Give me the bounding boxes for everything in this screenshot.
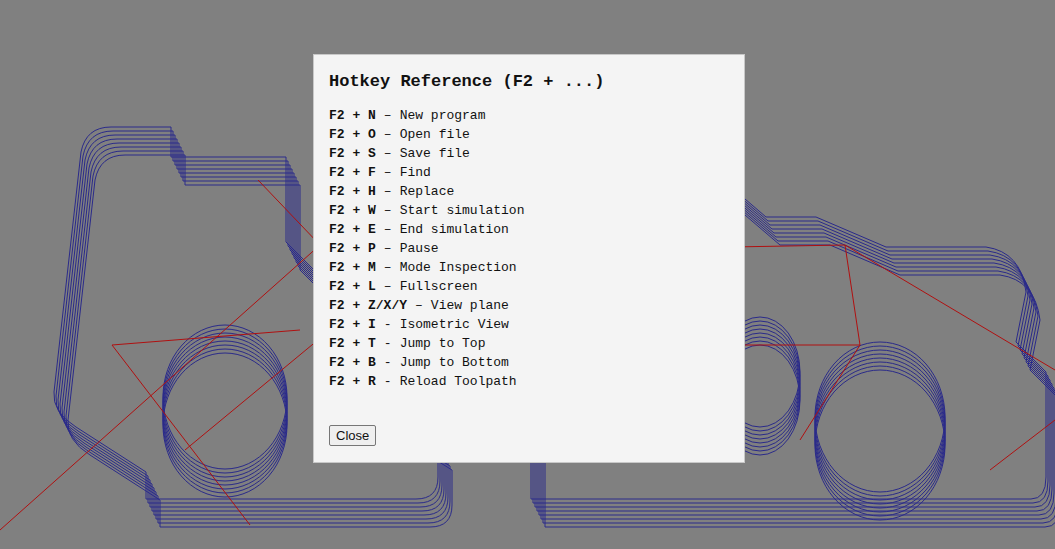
hotkey-row: F2 + H–Replace <box>329 182 729 201</box>
rapid-move <box>185 330 330 450</box>
rapid-move <box>0 245 320 530</box>
rapid-move <box>740 345 860 346</box>
hotkey-list: F2 + N–New programF2 + O–Open fileF2 + S… <box>329 106 729 391</box>
hotkey-action: Save file <box>400 144 470 163</box>
cut-ring <box>163 329 287 473</box>
hotkey-action: Jump to Top <box>400 334 486 353</box>
hotkey-action: Fullscreen <box>400 277 478 296</box>
hotkey-row: F2 + M–Mode Inspection <box>329 258 729 277</box>
hotkey-keys: F2 + N <box>329 106 376 125</box>
hotkey-row: F2 + E–End simulation <box>329 220 729 239</box>
hotkey-action: Jump to Bottom <box>400 353 509 372</box>
hotkey-keys: F2 + O <box>329 125 376 144</box>
hotkey-separator: - <box>384 353 392 372</box>
cut-ring <box>163 353 287 497</box>
hotkey-separator: – <box>384 106 392 125</box>
hotkey-row: F2 + F–Find <box>329 163 729 182</box>
simulator-screen: Hotkey Reference (F2 + ...)F2 + N–New pr… <box>0 0 1055 549</box>
hotkey-keys: F2 + B <box>329 353 376 372</box>
hotkey-separator: – <box>384 277 392 296</box>
hotkey-action: Find <box>400 163 431 182</box>
cut-ring <box>815 354 945 504</box>
hotkey-separator: - <box>384 315 392 334</box>
hotkey-separator: – <box>384 258 392 277</box>
rapid-move <box>845 245 1055 370</box>
hotkey-keys: F2 + Z/X/Y <box>329 296 407 315</box>
dialog-actions: Close <box>329 425 729 446</box>
hotkey-keys: F2 + P <box>329 239 376 258</box>
hotkey-separator: – <box>384 163 392 182</box>
cut-ring <box>815 346 945 496</box>
hotkey-action: Start simulation <box>400 201 525 220</box>
hotkey-keys: F2 + S <box>329 144 376 163</box>
rapid-move <box>112 330 300 345</box>
hotkey-action: End simulation <box>400 220 509 239</box>
hotkey-action: Mode Inspection <box>400 258 517 277</box>
rapid-move <box>990 420 1055 470</box>
hotkey-separator: – <box>415 296 423 315</box>
hotkey-row: F2 + W–Start simulation <box>329 201 729 220</box>
hotkey-action: Pause <box>400 239 439 258</box>
hotkey-dialog: Hotkey Reference (F2 + ...)F2 + N–New pr… <box>313 54 745 463</box>
cut-ring <box>815 366 945 516</box>
hotkey-action: View plane <box>431 296 509 315</box>
rapid-move <box>112 345 250 525</box>
cut-ring <box>815 350 945 500</box>
hotkey-keys: F2 + H <box>329 182 376 201</box>
hotkey-keys: F2 + E <box>329 220 376 239</box>
cut-ring <box>815 358 945 508</box>
cut-ring <box>163 333 287 477</box>
close-button[interactable]: Close <box>329 425 376 446</box>
hotkey-row: F2 + N–New program <box>329 106 729 125</box>
hotkey-separator: – <box>384 239 392 258</box>
hotkey-action: Replace <box>400 182 455 201</box>
hotkey-separator: - <box>384 334 392 353</box>
cut-ring <box>815 370 945 520</box>
hotkey-row: F2 + R-Reload Toolpath <box>329 372 729 391</box>
hotkey-keys: F2 + L <box>329 277 376 296</box>
hotkey-separator: – <box>384 220 392 239</box>
hotkey-row: F2 + T-Jump to Top <box>329 334 729 353</box>
cut-ring <box>163 325 287 469</box>
hotkey-action: New program <box>400 106 486 125</box>
hotkey-separator: – <box>384 125 392 144</box>
hotkey-row: F2 + B-Jump to Bottom <box>329 353 729 372</box>
cut-ring <box>163 337 287 481</box>
cut-ring <box>815 342 945 492</box>
hotkey-row: F2 + O–Open file <box>329 125 729 144</box>
hotkey-row: F2 + I-Isometric View <box>329 315 729 334</box>
hotkey-separator: – <box>384 182 392 201</box>
hotkey-keys: F2 + F <box>329 163 376 182</box>
hotkey-row: F2 + S–Save file <box>329 144 729 163</box>
hotkey-row: F2 + P–Pause <box>329 239 729 258</box>
rapid-move <box>845 245 860 345</box>
cut-ring <box>163 341 287 485</box>
hotkey-action: Open file <box>400 125 470 144</box>
hotkey-row: F2 + L–Fullscreen <box>329 277 729 296</box>
hotkey-keys: F2 + W <box>329 201 376 220</box>
hotkey-action: Reload Toolpath <box>400 372 517 391</box>
cut-ring <box>163 349 287 493</box>
hotkey-keys: F2 + M <box>329 258 376 277</box>
rapid-move <box>258 180 320 245</box>
dialog-title: Hotkey Reference (F2 + ...) <box>329 71 729 93</box>
hotkey-action: Isometric View <box>400 315 509 334</box>
hotkey-keys: F2 + R <box>329 372 376 391</box>
hotkey-keys: F2 + T <box>329 334 376 353</box>
hotkey-keys: F2 + I <box>329 315 376 334</box>
hotkey-row: F2 + Z/X/Y–View plane <box>329 296 729 315</box>
hotkey-separator: – <box>384 144 392 163</box>
hotkey-separator: - <box>384 372 392 391</box>
hotkey-separator: – <box>384 201 392 220</box>
rapid-move <box>800 345 860 440</box>
